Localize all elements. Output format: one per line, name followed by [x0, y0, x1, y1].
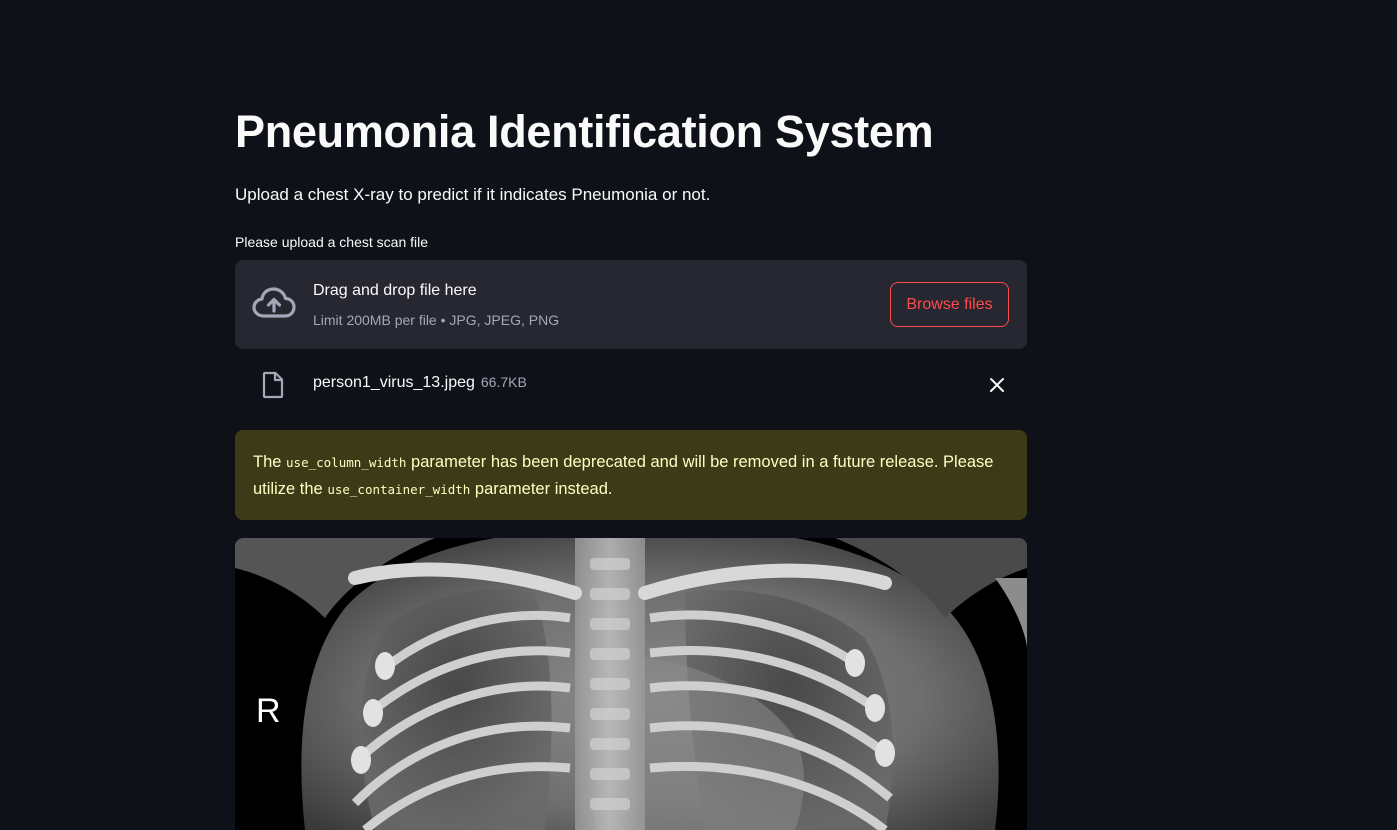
page-title: Pneumonia Identification System — [235, 106, 934, 157]
chest-xray-picture — [235, 538, 1027, 830]
page-subtitle: Upload a chest X-ray to predict if it in… — [235, 185, 711, 204]
warning-text-suffix: parameter instead. — [474, 480, 613, 498]
file-icon — [261, 371, 285, 399]
warning-code-column-width: use_column_width — [286, 455, 407, 470]
uploaded-file-info: person1_virus_13.jpeg 66.7KB — [313, 374, 527, 392]
cloud-upload-icon — [252, 286, 296, 322]
dropzone-instructions: Drag and drop file here — [313, 282, 477, 299]
uploaded-file-size: 66.7KB — [480, 374, 527, 390]
browse-files-button[interactable]: Browse files — [890, 282, 1009, 327]
uploaded-file-row: person1_virus_13.jpeg 66.7KB — [235, 362, 1027, 408]
warning-code-container-width: use_container_width — [327, 482, 471, 497]
uploader-label: Please upload a chest scan file — [235, 234, 429, 250]
warning-text-prefix: The — [253, 453, 282, 471]
dropzone-limit-text: Limit 200MB per file • JPG, JPEG, PNG — [313, 312, 560, 328]
xray-side-marker: R — [256, 692, 281, 730]
uploaded-xray-image: R — [235, 538, 1027, 830]
uploaded-file-name: person1_virus_13.jpeg — [313, 374, 475, 391]
remove-file-icon[interactable] — [986, 374, 1008, 396]
file-dropzone[interactable]: Drag and drop file here Limit 200MB per … — [235, 260, 1027, 349]
deprecation-warning: The use_column_width parameter has been … — [235, 430, 1027, 520]
